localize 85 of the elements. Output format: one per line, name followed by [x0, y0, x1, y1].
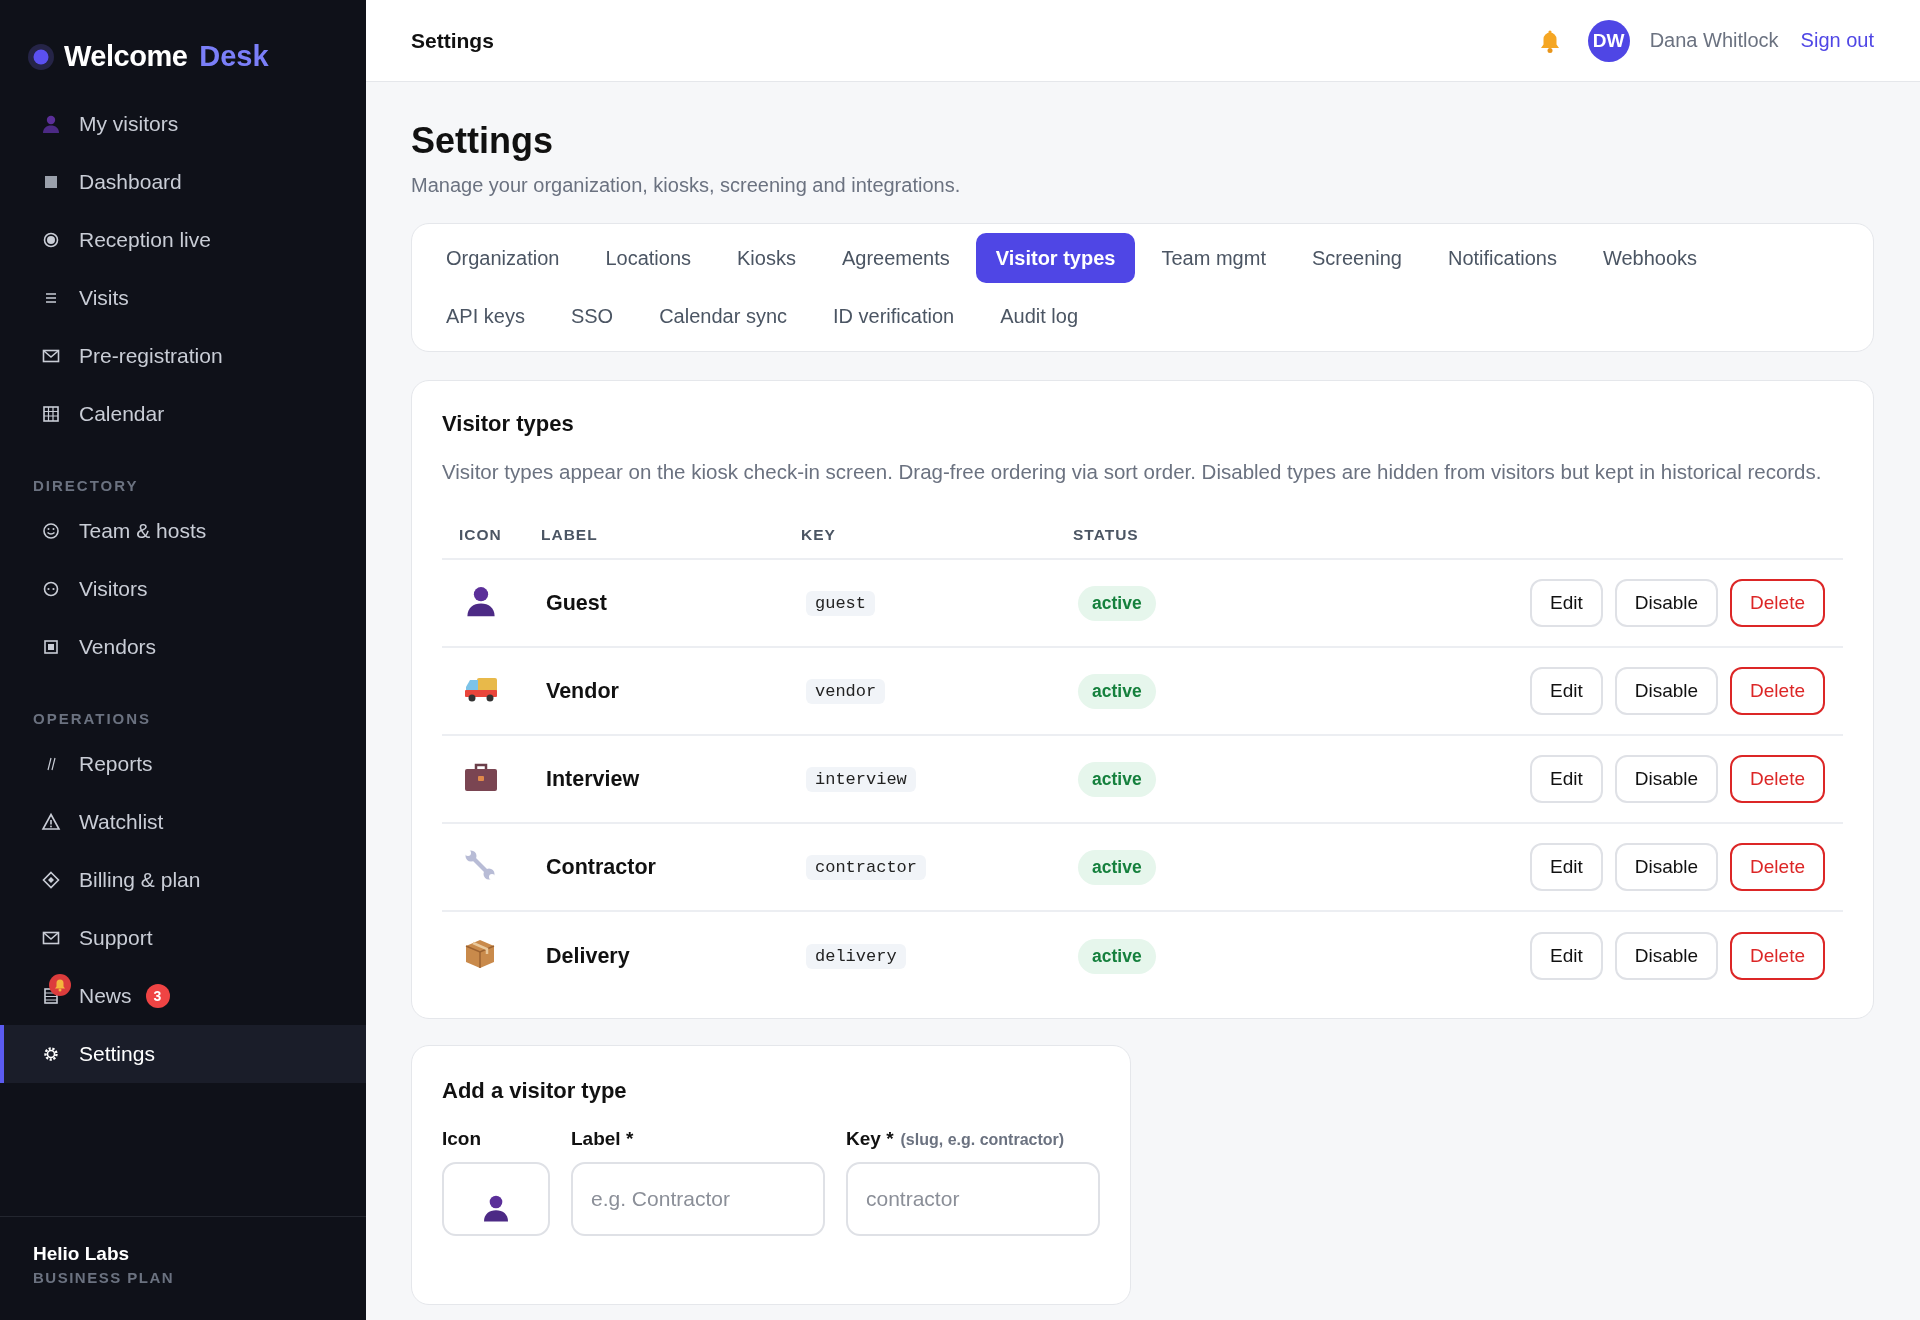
type-label: Contractor	[546, 854, 657, 880]
settings-tab[interactable]: Organization	[426, 233, 580, 283]
section-title: Visitor types	[442, 411, 575, 437]
type-key: interview	[806, 766, 916, 792]
edit-button[interactable]: Edit	[1529, 755, 1603, 803]
nav-item[interactable]: Billing & plan	[0, 851, 366, 909]
settings-tab[interactable]: Team mgmt	[1141, 233, 1286, 283]
nav-item[interactable]: Visitors	[0, 560, 366, 618]
settings-tab[interactable]: SSO	[550, 291, 634, 341]
label-input[interactable]: e.g. Contractor	[571, 1162, 825, 1236]
key-input[interactable]: contractor	[846, 1162, 1100, 1236]
status-badge: active	[1078, 585, 1156, 621]
settings-tab[interactable]: Audit log	[980, 291, 1098, 341]
field-label: Icon	[442, 1128, 483, 1150]
page-subtitle: Manage your organization, kiosks, screening and integrations.	[411, 174, 962, 197]
column-header: STATUS	[1073, 526, 1140, 544]
status-badge: active	[1078, 849, 1156, 885]
user-name: Dana Whitlock	[1649, 29, 1779, 52]
type-label: Vendor	[546, 678, 620, 704]
status-badge: active	[1078, 673, 1156, 709]
section-description: Visitor types appear on the kiosk check-in screen. Drag-free ordering via sort order. Disabled types are hidden from visitors but kept in historical records.	[442, 459, 1823, 485]
disable-button[interactable]: Disable	[1614, 579, 1719, 627]
type-label: Delivery	[546, 943, 631, 969]
disable-button[interactable]: Disable	[1614, 755, 1719, 803]
type-label: Interview	[546, 766, 641, 792]
type-key: guest	[806, 590, 875, 616]
plan-label: BUSINESS PLAN	[33, 1269, 176, 1286]
disable-button[interactable]: Disable	[1614, 932, 1719, 980]
nav-item[interactable]: Visits	[0, 269, 366, 327]
edit-button[interactable]: Edit	[1529, 667, 1603, 715]
field-label: Key *	[846, 1128, 894, 1150]
sign-out-link[interactable]: Sign out	[1800, 29, 1874, 52]
delete-button[interactable]: Delete	[1730, 932, 1825, 980]
user-avatar[interactable]: DW	[1587, 19, 1630, 62]
field-hint: (slug, e.g. contractor)	[900, 1131, 1065, 1149]
disable-button[interactable]: Disable	[1614, 667, 1719, 715]
brand-name: Desk	[199, 40, 269, 73]
type-key: contractor	[806, 854, 927, 880]
nav-item[interactable]: Vendors	[0, 618, 366, 676]
section-heading: DIRECTORY	[32, 476, 140, 496]
disable-button[interactable]: Disable	[1614, 843, 1719, 891]
column-header: LABEL	[541, 526, 599, 544]
settings-tab[interactable]: Calendar sync	[639, 291, 807, 341]
type-key: delivery	[806, 943, 906, 969]
nav-item[interactable]: Support	[0, 909, 366, 967]
nav-item[interactable]: Calendar	[0, 385, 366, 443]
form-title: Add a visitor type	[442, 1078, 628, 1104]
nav-item[interactable]: Pre-registration	[0, 327, 366, 385]
type-label: Guest	[546, 590, 608, 616]
page-title: Settings	[411, 120, 554, 162]
edit-button[interactable]: Edit	[1529, 843, 1603, 891]
nav-item[interactable]: Team & hosts	[0, 502, 366, 560]
nav-item[interactable]: Dashboard	[0, 153, 366, 211]
delete-button[interactable]: Delete	[1730, 755, 1825, 803]
brand-name: Welcome	[64, 40, 188, 73]
settings-tab[interactable]: Screening	[1291, 233, 1422, 283]
settings-tab[interactable]: Webhooks	[1582, 233, 1718, 283]
nav-item[interactable]: Reports	[0, 735, 366, 793]
workspace-name: Helio Labs	[33, 1243, 131, 1265]
edit-button[interactable]: Edit	[1529, 932, 1603, 980]
delete-button[interactable]: Delete	[1730, 843, 1825, 891]
header-title: Settings	[411, 28, 495, 53]
nav-item[interactable]: My visitors	[0, 95, 366, 153]
status-badge: active	[1078, 938, 1156, 974]
edit-button[interactable]: Edit	[1529, 579, 1603, 627]
type-key: vendor	[806, 678, 886, 704]
nav-item[interactable]: Watchlist	[0, 793, 366, 851]
nav-item[interactable]: News 3	[0, 967, 366, 1025]
delete-button[interactable]: Delete	[1730, 579, 1825, 627]
settings-tab[interactable]: Agreements	[821, 233, 970, 283]
settings-tab[interactable]: Locations	[585, 233, 712, 283]
field-label: Label *	[571, 1128, 635, 1150]
settings-tab[interactable]: ID verification	[813, 291, 975, 341]
section-heading: OPERATIONS	[32, 709, 153, 729]
status-badge: active	[1078, 761, 1156, 797]
column-header: ICON	[459, 526, 503, 544]
settings-tab[interactable]: API keys	[426, 291, 545, 341]
delete-button[interactable]: Delete	[1730, 667, 1825, 715]
column-header: KEY	[801, 526, 837, 544]
nav-item[interactable]: Reception live	[0, 211, 366, 269]
settings-tab[interactable]: Visitor types	[975, 233, 1136, 283]
count-badge: 3	[145, 984, 170, 1008]
settings-tab[interactable]: Notifications	[1428, 233, 1577, 283]
nav-item[interactable]: Settings	[0, 1025, 366, 1083]
settings-tab[interactable]: Kiosks	[717, 233, 816, 283]
